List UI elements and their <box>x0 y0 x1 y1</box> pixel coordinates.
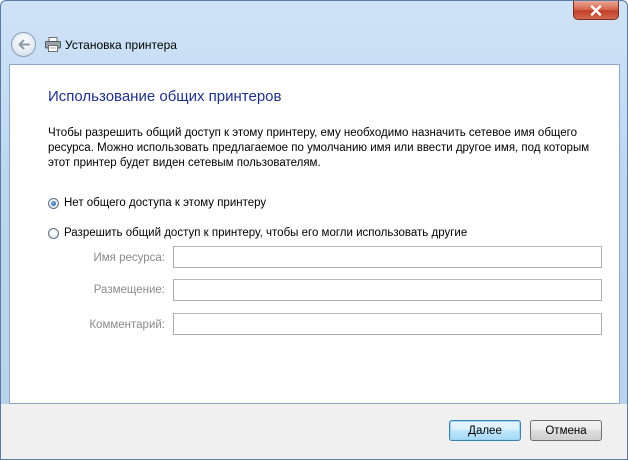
radio-selected-dot <box>51 200 56 206</box>
page-heading: Использование общих принтеров <box>48 88 282 105</box>
no-sharing-option[interactable]: Нет общего доступа к этому принтеру <box>48 197 266 209</box>
close-button[interactable] <box>573 1 619 20</box>
description-text: Чтобы разрешить общий доступ к этому при… <box>48 127 590 169</box>
close-icon <box>590 4 602 16</box>
no-sharing-label: Нет общего доступа к этому принтеру <box>64 197 267 209</box>
back-arrow-icon <box>18 39 30 50</box>
share-name-label: Имя ресурса: <box>93 252 166 264</box>
next-button[interactable]: Далее <box>449 420 521 441</box>
location-field[interactable] <box>173 279 602 301</box>
window-title: Установка принтера <box>65 38 177 52</box>
printer-icon <box>45 37 61 52</box>
comment-field[interactable] <box>173 313 602 335</box>
share-printer-radio[interactable] <box>48 227 59 239</box>
content-panel: Использование общих принтеров Чтобы разр… <box>9 64 620 404</box>
navigation-bar: Установка принтера <box>1 28 627 64</box>
location-label: Размещение: <box>93 284 165 296</box>
dialog-footer: Далее Отмена <box>1 404 627 459</box>
comment-label: Комментарий: <box>89 319 165 331</box>
share-printer-option[interactable]: Разрешить общий доступ к принтеру, чтобы… <box>48 227 467 239</box>
printer-setup-window: Установка принтера Использование общих п… <box>0 0 628 460</box>
no-sharing-radio[interactable] <box>48 197 59 209</box>
cancel-button[interactable]: Отмена <box>530 420 602 441</box>
back-button[interactable] <box>11 32 36 57</box>
share-name-field[interactable] <box>173 246 602 268</box>
share-printer-label: Разрешить общий доступ к принтеру, чтобы… <box>64 227 468 239</box>
